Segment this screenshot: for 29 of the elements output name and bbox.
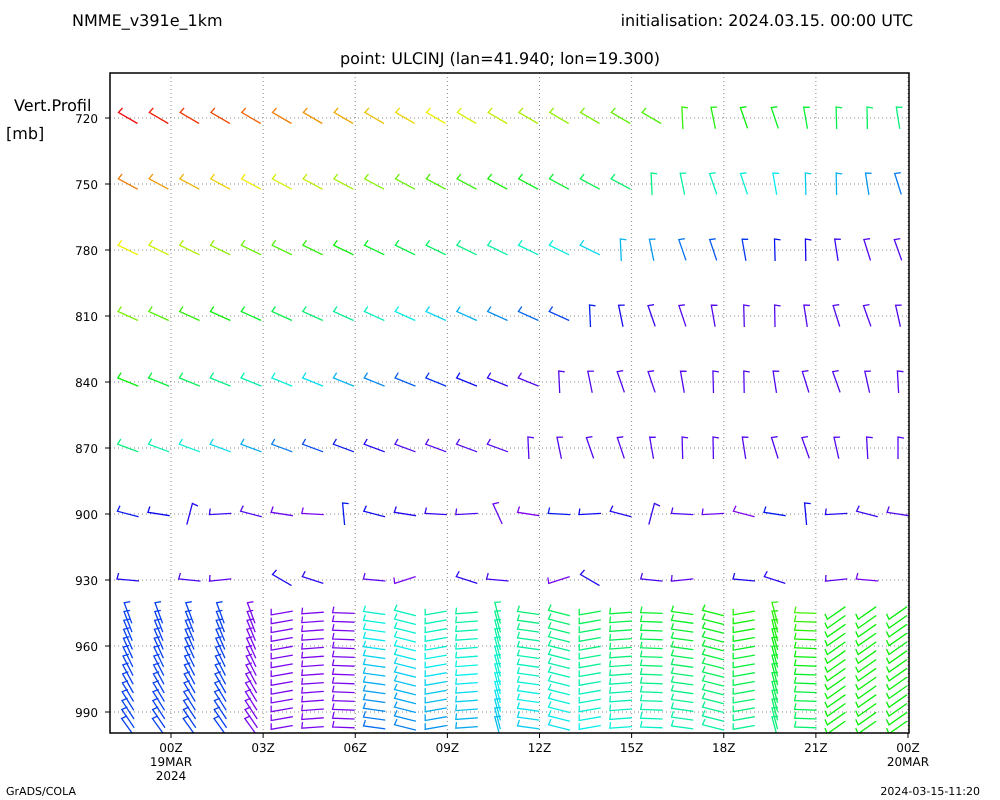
y-axis-label: 930: [75, 574, 98, 588]
x-axis-label: 09Z: [436, 741, 460, 755]
y-axis-label: 960: [75, 640, 98, 654]
y-axis-label: 780: [75, 244, 98, 258]
x-axis-label: 18Z: [712, 741, 736, 755]
x-axis-label: 00Z: [159, 741, 183, 755]
point-location: point: ULCINJ (lan=41.940; lon=19.300): [340, 49, 660, 68]
y-axis-label: 870: [75, 442, 98, 456]
y-axis-unit: [mb]: [6, 124, 44, 143]
y-axis-label: 750: [75, 178, 98, 192]
software-credit: GrADS/COLA: [6, 785, 76, 798]
x-axis-label: 21Z: [804, 741, 828, 755]
x-axis-label: 12Z: [528, 741, 552, 755]
y-axis-label: 810: [75, 310, 98, 324]
creation-timestamp: 2024-03-15-11:20: [880, 785, 980, 798]
x-axis-label: 06Z: [344, 741, 367, 755]
x-axis-date-label: 20MAR: [886, 755, 930, 769]
y-axis-label: 720: [75, 112, 98, 126]
y-axis-label: 840: [75, 376, 98, 390]
x-axis-label: 15Z: [620, 741, 644, 755]
x-axis-label: 03Z: [251, 741, 275, 755]
x-axis-date-label: 19MAR: [150, 755, 192, 769]
y-axis-label: 900: [75, 508, 98, 522]
x-axis-label: 00Z: [896, 741, 920, 755]
model-name: NMME_v391e_1km: [72, 11, 223, 30]
x-axis-date-label: 2024: [156, 769, 186, 783]
y-axis-label: 990: [75, 706, 98, 720]
initialisation-time: initialisation: 2024.03.15. 00:00 UTC: [620, 11, 913, 30]
y-axis-title: Vert.Profil: [14, 96, 92, 115]
